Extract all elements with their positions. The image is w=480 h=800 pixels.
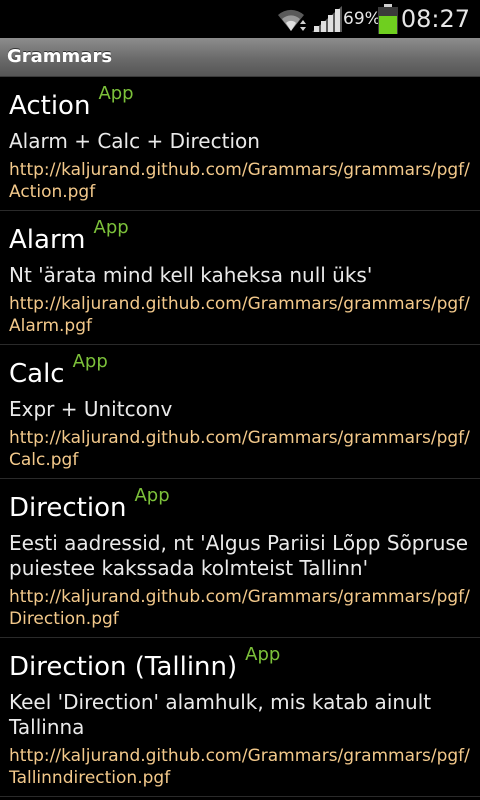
clock: 08:27: [400, 5, 470, 33]
battery-percent: 69%: [343, 9, 381, 29]
grammar-description: Nt 'ärata mind kell kaheksa null üks': [9, 263, 373, 287]
grammar-description: Eesti aadressid, nt 'Algus Pariisi Lõpp …: [9, 531, 469, 580]
list-item-action[interactable]: Action App Alarm + Calc + Direction http:…: [0, 77, 480, 211]
grammar-name: Alarm: [9, 225, 86, 255]
battery-icon: [378, 4, 398, 34]
grammar-name: Direction (Tallinn): [9, 652, 238, 682]
list-item-alarm[interactable]: Alarm App Nt 'ärata mind kell kaheksa nul…: [0, 211, 480, 345]
app-badge: App: [134, 485, 170, 506]
app-badge: App: [93, 217, 129, 238]
grammar-description: Expr + Unitconv: [9, 397, 173, 421]
status-bar: 69% 08:27: [0, 0, 480, 38]
grammar-name: Action: [9, 91, 91, 121]
grammar-description: Keel 'Direction' alamhulk, mis katab ain…: [9, 690, 432, 739]
grammar-list: Action App Alarm + Calc + Direction http:…: [0, 77, 480, 797]
grammar-url: http://kaljurand.github.com/Grammars/gra…: [9, 587, 470, 629]
grammar-name: Calc: [9, 359, 65, 389]
list-item-direction[interactable]: Direction App Eesti aadressid, nt 'Algus …: [0, 479, 480, 638]
grammar-url: http://kaljurand.github.com/Grammars/gra…: [9, 428, 470, 470]
app-badge: App: [245, 644, 281, 665]
page-title: Grammars: [7, 46, 113, 67]
list-item-direction-tallinn[interactable]: Direction (Tallinn) App Keel 'Direction' …: [0, 638, 480, 797]
grammar-name: Direction: [9, 493, 127, 523]
grammar-url: http://kaljurand.github.com/Grammars/gra…: [9, 746, 470, 788]
signal-icon: [312, 6, 342, 32]
grammar-url: http://kaljurand.github.com/Grammars/gra…: [9, 294, 470, 336]
grammar-description: Alarm + Calc + Direction: [9, 129, 260, 153]
app-badge: App: [72, 351, 108, 372]
app-badge: App: [98, 83, 134, 104]
grammar-url: http://kaljurand.github.com/Grammars/gra…: [9, 160, 470, 202]
title-bar: Grammars: [0, 38, 480, 77]
wifi-icon: [278, 9, 306, 31]
list-item-calc[interactable]: Calc App Expr + Unitconv http://kaljurand…: [0, 345, 480, 479]
